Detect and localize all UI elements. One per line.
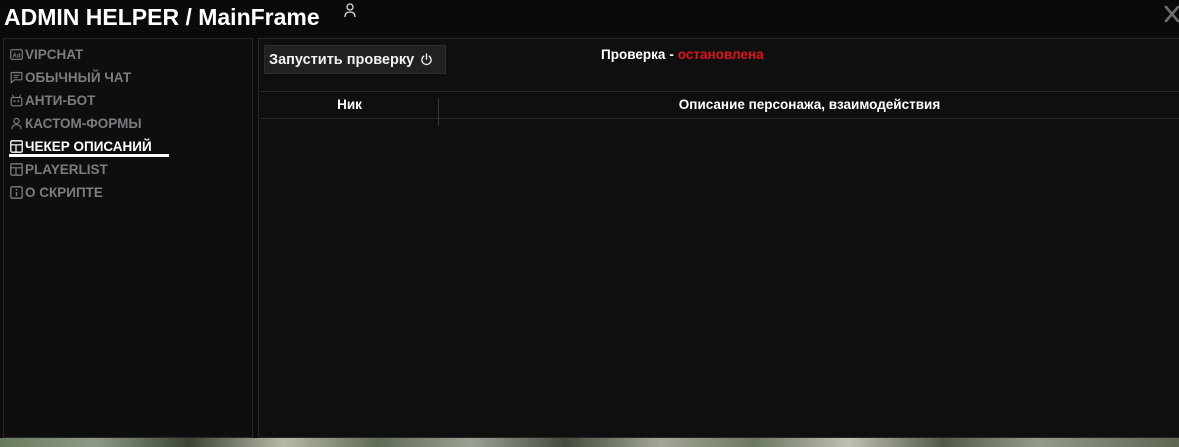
close-icon[interactable] — [1164, 4, 1179, 24]
sidebar-item-description-checker[interactable]: ЧЕКЕР ОПИСАНИЙ — [10, 136, 152, 156]
sidebar-item-playerlist[interactable]: PLAYERLIST — [10, 159, 108, 179]
sidebar-item-vipchat[interactable]: Ad VIPCHAT — [10, 44, 83, 64]
main-window: ADMIN HELPER / MainFrame Ad VIPCHAT ОБЫЧ… — [0, 0, 1179, 447]
sidebar-item-label: VIPCHAT — [25, 46, 84, 62]
sidebar-item-about-script[interactable]: О СКРИПТЕ — [10, 182, 103, 202]
status-separator: - — [669, 47, 674, 62]
svg-text:Ad: Ad — [13, 53, 21, 59]
sidebar-item-regular-chat[interactable]: ОБЫЧНЫЙ ЧАТ — [10, 67, 131, 87]
table-icon — [10, 139, 23, 153]
background-strip — [0, 438, 1179, 447]
robot-icon — [10, 94, 23, 106]
active-tab-underline — [9, 154, 169, 157]
sidebar: Ad VIPCHAT ОБЫЧНЫЙ ЧАТ АНТИ-БОТ КАСТОМ-Ф… — [3, 38, 253, 438]
sidebar-item-label: PLAYERLIST — [25, 161, 108, 177]
sidebar-item-anti-bot[interactable]: АНТИ-БОТ — [10, 90, 95, 110]
power-icon — [421, 53, 432, 66]
info-icon — [10, 185, 23, 199]
run-check-button-label: Запустить проверку — [269, 51, 415, 68]
user-icon — [344, 3, 356, 18]
main-panel: Запустить проверку Проверка - остановлена … — [258, 38, 1179, 438]
column-header-description[interactable]: Описание персонажа, взаимодействия — [439, 92, 1179, 118]
status-label: Проверка — [601, 47, 666, 62]
sidebar-item-label: АНТИ-БОТ — [25, 92, 96, 108]
check-status: Проверка - остановлена — [601, 47, 764, 62]
table-header: Ник Описание персонажа, взаимодействия — [261, 91, 1179, 126]
title-bar[interactable]: ADMIN HELPER / MainFrame — [0, 0, 1179, 36]
user-icon — [11, 117, 22, 129]
column-header-nick[interactable]: Ник — [261, 92, 438, 118]
run-check-button[interactable]: Запустить проверку — [264, 45, 446, 74]
status-value: остановлена — [677, 47, 764, 62]
sidebar-item-label: ЧЕКЕР ОПИСАНИЙ — [25, 138, 152, 154]
sidebar-item-label: КАСТОМ-ФОРМЫ — [25, 115, 142, 131]
table-icon — [10, 162, 23, 176]
chat-icon — [10, 71, 23, 83]
ad-icon: Ad — [10, 48, 23, 60]
sidebar-item-label: О СКРИПТЕ — [25, 184, 103, 200]
sidebar-item-custom-forms[interactable]: КАСТОМ-ФОРМЫ — [10, 113, 142, 133]
sidebar-item-label: ОБЫЧНЫЙ ЧАТ — [25, 69, 132, 85]
window-title: ADMIN HELPER / MainFrame — [4, 4, 320, 30]
